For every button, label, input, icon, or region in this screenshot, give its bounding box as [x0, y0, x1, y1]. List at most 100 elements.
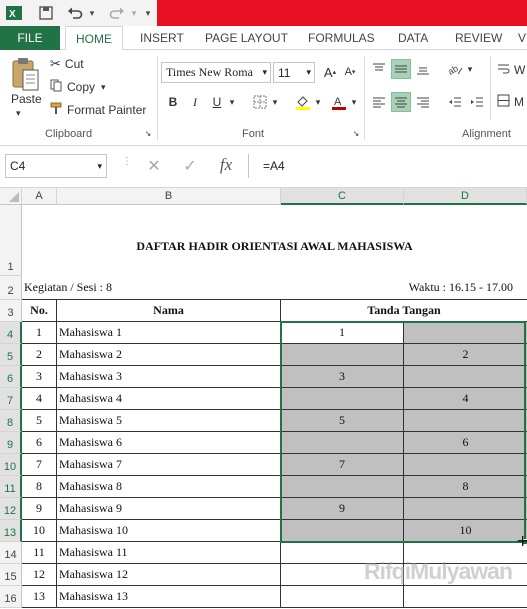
tanda-tangan-c-cell[interactable]: 3	[281, 366, 404, 388]
tanda-tangan-d-cell[interactable]	[404, 322, 527, 344]
borders-icon[interactable]	[250, 92, 270, 112]
undo-icon[interactable]	[64, 3, 86, 23]
no-cell[interactable]: 2	[22, 344, 57, 366]
clipboard-launcher-icon[interactable]: ↘	[142, 127, 154, 139]
no-cell[interactable]: 3	[22, 366, 57, 388]
format-painter-button[interactable]: Format Painter	[50, 102, 146, 118]
row-header[interactable]: 11	[0, 476, 22, 498]
nama-cell[interactable]: Mahasiswa 13	[57, 586, 281, 608]
tanda-tangan-c-cell[interactable]	[281, 586, 404, 608]
no-cell[interactable]: 4	[22, 388, 57, 410]
grow-font-icon[interactable]: A ▴	[320, 62, 340, 82]
font-launcher-icon[interactable]: ↘	[350, 127, 362, 139]
nama-cell[interactable]: Mahasiswa 1	[57, 322, 281, 344]
tanda-tangan-c-cell[interactable]: 5	[281, 410, 404, 432]
tanda-tangan-d-cell[interactable]: 10	[404, 520, 527, 542]
no-cell[interactable]: 8	[22, 476, 57, 498]
tanda-tangan-d-cell[interactable]	[404, 498, 527, 520]
kegiatan-cell[interactable]: Kegiatan / Sesi : 8	[22, 276, 404, 300]
no-cell[interactable]: 7	[22, 454, 57, 476]
row-header[interactable]: 14	[0, 542, 22, 564]
shrink-font-icon[interactable]: A ▾	[340, 62, 360, 82]
nama-cell[interactable]: Mahasiswa 5	[57, 410, 281, 432]
no-cell[interactable]: 11	[22, 542, 57, 564]
enter-icon[interactable]: ✓	[180, 156, 200, 176]
paste-icon[interactable]	[10, 56, 40, 96]
row-header[interactable]: 13	[0, 520, 22, 542]
paste-button[interactable]: Paste	[11, 92, 42, 106]
fill-color-dropdown-icon[interactable]: ▾	[313, 92, 323, 112]
borders-dropdown-icon[interactable]: ▾	[270, 92, 280, 112]
align-middle-icon[interactable]	[391, 59, 411, 79]
tanda-tangan-c-cell[interactable]	[281, 520, 404, 542]
align-right-icon[interactable]	[413, 92, 433, 112]
column-header-a[interactable]: A	[22, 188, 57, 205]
customize-toolbar-icon[interactable]: ▾	[142, 3, 154, 23]
nama-cell[interactable]: Mahasiswa 8	[57, 476, 281, 498]
no-cell[interactable]: 5	[22, 410, 57, 432]
tanda-tangan-d-cell[interactable]: 4	[404, 388, 527, 410]
nama-cell[interactable]: Mahasiswa 6	[57, 432, 281, 454]
italic-button[interactable]: I	[185, 92, 205, 112]
tanda-tangan-c-cell[interactable]	[281, 344, 404, 366]
align-left-icon[interactable]	[369, 92, 389, 112]
nama-cell[interactable]: Mahasiswa 7	[57, 454, 281, 476]
header-nama[interactable]: Nama	[57, 300, 281, 322]
no-cell[interactable]: 12	[22, 564, 57, 586]
save-icon[interactable]	[36, 3, 56, 23]
row-header[interactable]: 4	[0, 322, 22, 344]
row-header[interactable]: 6	[0, 366, 22, 388]
tanda-tangan-d-cell[interactable]	[404, 542, 527, 564]
nama-cell[interactable]: Mahasiswa 9	[57, 498, 281, 520]
cut-button[interactable]: ✂ Cut	[50, 56, 84, 72]
tanda-tangan-c-cell[interactable]	[281, 564, 404, 586]
tanda-tangan-d-cell[interactable]: 6	[404, 432, 527, 454]
row-header[interactable]: 15	[0, 564, 22, 586]
tanda-tangan-c-cell[interactable]	[281, 388, 404, 410]
nama-cell[interactable]: Mahasiswa 12	[57, 564, 281, 586]
tab-view[interactable]: V	[518, 26, 526, 50]
tanda-tangan-d-cell[interactable]	[404, 410, 527, 432]
tanda-tangan-d-cell[interactable]	[404, 366, 527, 388]
resize-handle-icon[interactable]: ⋮	[122, 156, 132, 167]
row-header[interactable]: 10	[0, 454, 22, 476]
row-header[interactable]: 5	[0, 344, 22, 366]
tab-file[interactable]: FILE	[0, 26, 60, 50]
no-cell[interactable]: 1	[22, 322, 57, 344]
redo-icon[interactable]	[106, 3, 128, 23]
increase-indent-icon[interactable]	[467, 92, 487, 112]
no-cell[interactable]: 6	[22, 432, 57, 454]
nama-cell[interactable]: Mahasiswa 11	[57, 542, 281, 564]
nama-cell[interactable]: Mahasiswa 2	[57, 344, 281, 366]
font-name-select[interactable]: Times New Roma ▾	[161, 62, 271, 83]
tab-review[interactable]: REVIEW	[455, 26, 502, 50]
formula-input[interactable]: =A4	[248, 154, 527, 178]
tab-insert[interactable]: INSERT	[140, 26, 184, 50]
copy-button[interactable]: Copy ▾	[50, 79, 106, 95]
align-center-icon[interactable]	[391, 92, 411, 112]
orientation-dropdown-icon[interactable]: ▾	[465, 59, 475, 79]
tanda-tangan-d-cell[interactable]	[404, 586, 527, 608]
align-bottom-icon[interactable]	[413, 59, 433, 79]
fill-color-icon[interactable]	[293, 92, 313, 112]
font-color-dropdown-icon[interactable]: ▾	[349, 92, 359, 112]
nama-cell[interactable]: Mahasiswa 10	[57, 520, 281, 542]
nama-cell[interactable]: Mahasiswa 3	[57, 366, 281, 388]
tab-formulas[interactable]: FORMULAS	[308, 26, 375, 50]
no-cell[interactable]: 13	[22, 586, 57, 608]
row-header[interactable]: 12	[0, 498, 22, 520]
select-all-corner[interactable]	[0, 188, 22, 205]
row-header[interactable]: 16	[0, 586, 22, 608]
tanda-tangan-c-cell[interactable]	[281, 476, 404, 498]
tanda-tangan-d-cell[interactable]	[404, 454, 527, 476]
tanda-tangan-c-cell[interactable]: 7	[281, 454, 404, 476]
tanda-tangan-c-cell[interactable]	[281, 432, 404, 454]
row-header[interactable]: 2	[0, 276, 22, 300]
column-header-b[interactable]: B	[57, 188, 281, 205]
column-header-d[interactable]: D	[404, 188, 527, 205]
cancel-icon[interactable]: ✕	[144, 156, 164, 176]
tanda-tangan-c-cell[interactable]: 9	[281, 498, 404, 520]
header-no[interactable]: No.	[22, 300, 57, 322]
no-cell[interactable]: 10	[22, 520, 57, 542]
insert-function-icon[interactable]: fx	[216, 155, 236, 175]
